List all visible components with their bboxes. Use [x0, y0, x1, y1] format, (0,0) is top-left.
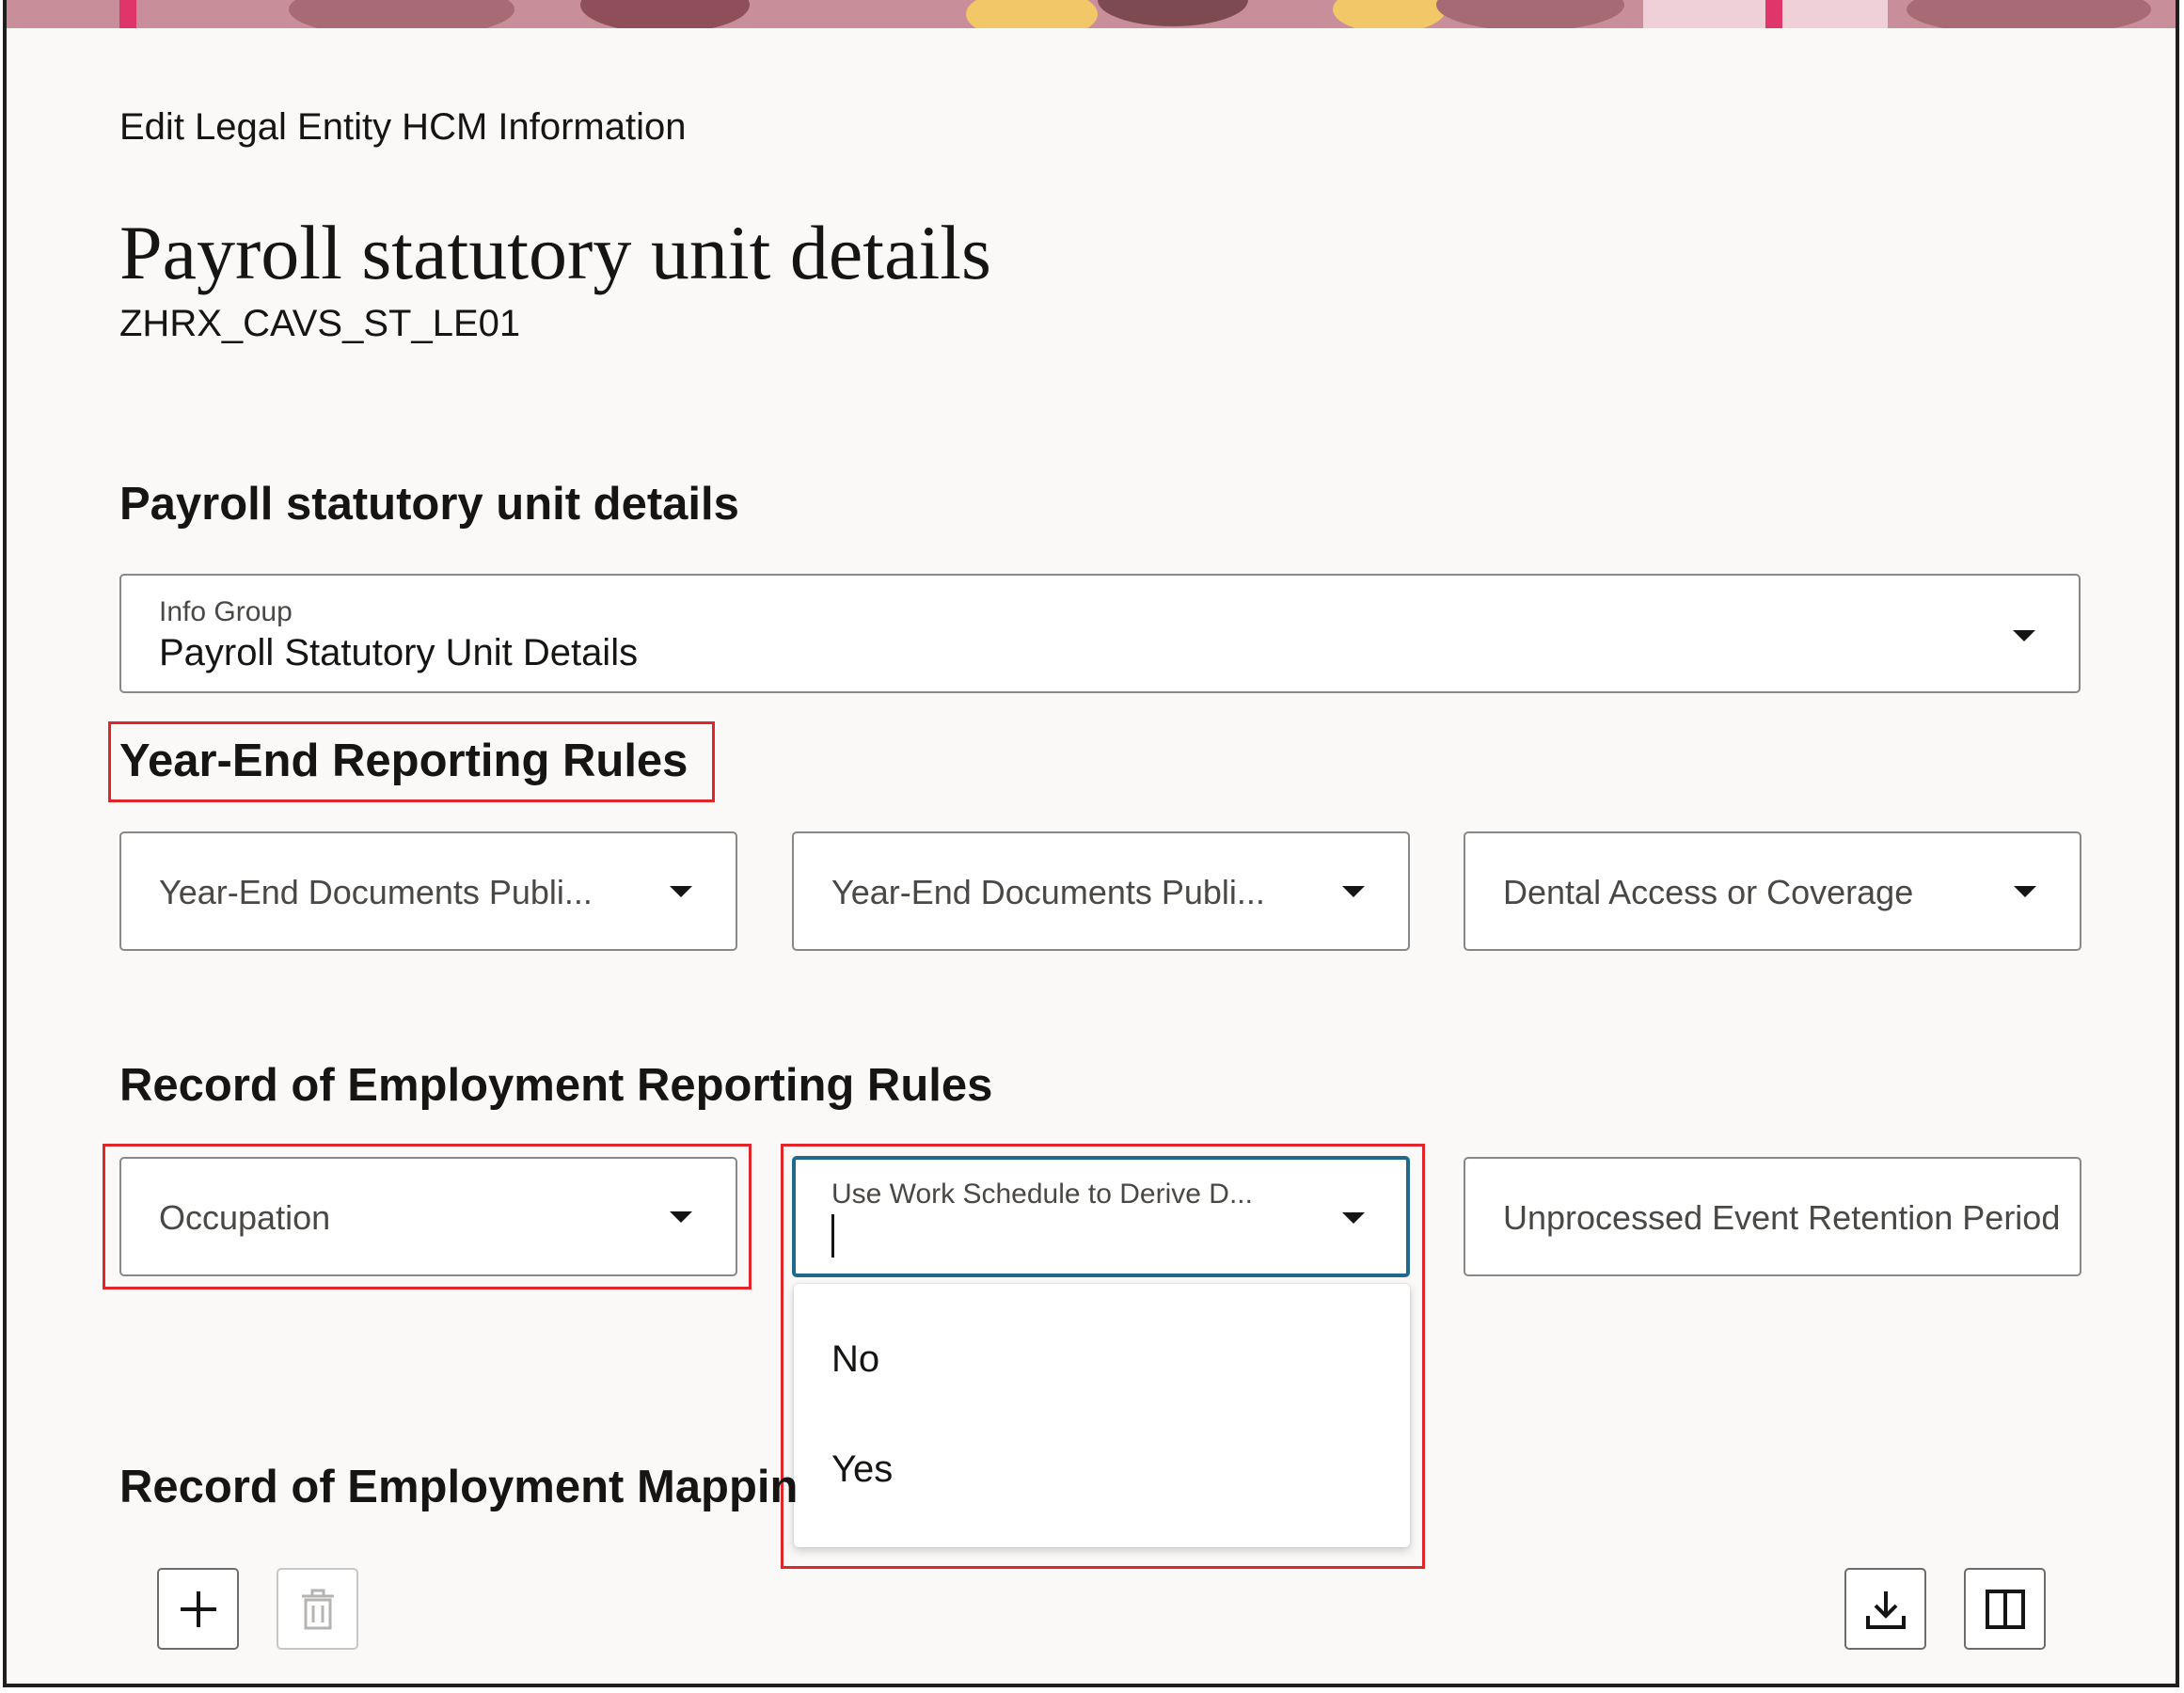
- year-end-documents-select-1[interactable]: Year-End Documents Publi...: [119, 831, 737, 951]
- chevron-down-icon: [670, 886, 692, 897]
- occupation-select[interactable]: Occupation: [119, 1157, 737, 1276]
- retention-period-input[interactable]: Unprocessed Event Retention Period: [1464, 1157, 2081, 1276]
- year-end-documents-label-2: Year-End Documents Publi...: [831, 873, 1265, 911]
- year-end-documents-label-1: Year-End Documents Publi...: [159, 873, 593, 911]
- page-frame: Edit Legal Entity HCM Information Payrol…: [3, 0, 2179, 1687]
- section-heading-mapping: Record of Employment Mappin: [119, 1462, 799, 1512]
- info-group-value: Payroll Statutory Unit Details: [159, 632, 639, 673]
- text-cursor: [831, 1214, 834, 1258]
- decorative-banner: [7, 0, 2176, 28]
- chevron-down-icon: [1342, 1212, 1365, 1224]
- info-group-select[interactable]: Info Group Payroll Statutory Unit Detail…: [119, 574, 2081, 693]
- chevron-down-icon: [670, 1211, 692, 1223]
- columns-button[interactable]: [1964, 1568, 2046, 1650]
- dental-access-select[interactable]: Dental Access or Coverage: [1464, 831, 2081, 951]
- dropdown-option-no[interactable]: No: [831, 1338, 879, 1381]
- page-subtitle: ZHRX_CAVS_ST_LE01: [119, 303, 521, 344]
- delete-button[interactable]: [277, 1568, 358, 1650]
- work-schedule-label: Use Work Schedule to Derive D...: [831, 1179, 1253, 1210]
- breadcrumb: Edit Legal Entity HCM Information: [119, 106, 687, 148]
- page-title: Payroll statutory unit details: [119, 210, 991, 295]
- info-group-label: Info Group: [159, 596, 293, 627]
- download-icon: [1865, 1590, 1906, 1629]
- work-schedule-select[interactable]: Use Work Schedule to Derive D...: [792, 1156, 1410, 1277]
- add-button[interactable]: [157, 1568, 239, 1650]
- columns-icon: [1985, 1589, 2025, 1629]
- export-button[interactable]: [1844, 1568, 1926, 1650]
- dental-access-label: Dental Access or Coverage: [1503, 873, 1914, 911]
- occupation-label: Occupation: [159, 1198, 331, 1237]
- chevron-down-icon: [2013, 630, 2035, 641]
- trash-icon: [301, 1589, 334, 1629]
- section-heading-psu: Payroll statutory unit details: [119, 479, 739, 530]
- retention-period-label: Unprocessed Event Retention Period: [1503, 1198, 2061, 1237]
- section-heading-roe: Record of Employment Reporting Rules: [119, 1060, 993, 1111]
- section-heading-year-end: Year-End Reporting Rules: [119, 736, 688, 786]
- chevron-down-icon: [1342, 886, 1365, 897]
- year-end-documents-select-2[interactable]: Year-End Documents Publi...: [792, 831, 1410, 951]
- chevron-down-icon: [2014, 886, 2036, 897]
- dropdown-option-yes[interactable]: Yes: [831, 1448, 893, 1491]
- work-schedule-dropdown: No Yes: [794, 1284, 1410, 1547]
- plus-icon: [180, 1590, 216, 1627]
